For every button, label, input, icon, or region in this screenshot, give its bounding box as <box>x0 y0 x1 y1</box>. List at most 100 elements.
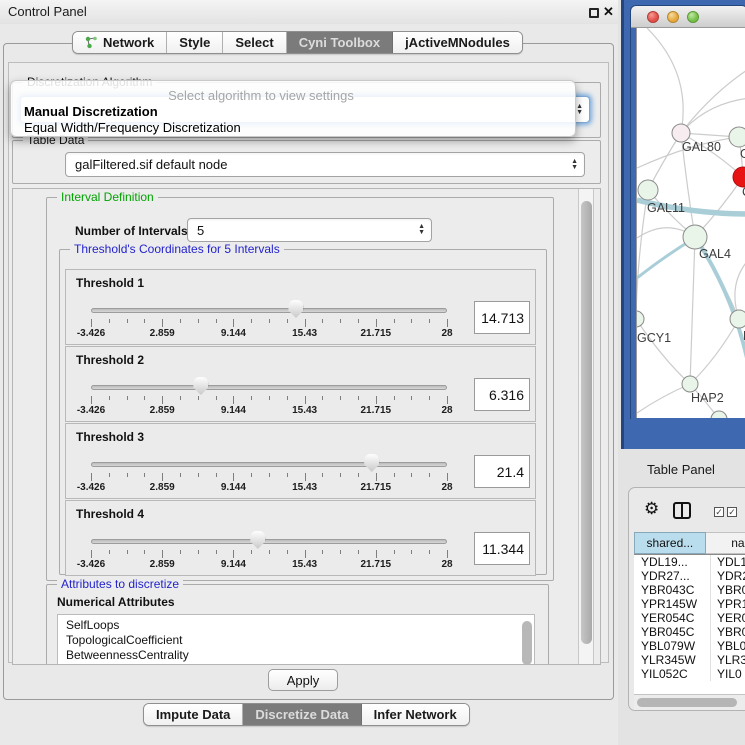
cell-shared-name[interactable]: YBR045C <box>634 625 711 639</box>
cell-name[interactable]: YDL1 <box>711 555 745 569</box>
cell-shared-name[interactable]: YDR27... <box>634 569 711 583</box>
network-node[interactable] <box>729 127 745 147</box>
threshold-slider[interactable]: -3.4262.8599.14415.4321.71528 <box>91 296 447 344</box>
slider-track[interactable] <box>91 539 447 544</box>
checkbox-icon[interactable]: ✓ <box>714 507 724 517</box>
algorithm-option-equal-width[interactable]: Equal Width/Frequency Discretization <box>24 120 241 135</box>
node-table[interactable]: shared... na YDL19...YDL1YDR27...YDR2YBR… <box>634 532 745 694</box>
tab-jactivemnodules[interactable]: jActiveMNodules <box>393 32 522 53</box>
table-row[interactable]: YLR345WYLR3 <box>634 653 745 667</box>
table-row[interactable]: YDR27...YDR2 <box>634 569 745 583</box>
slider-track[interactable] <box>91 462 447 467</box>
scrollbar-thumb[interactable] <box>522 621 532 665</box>
viewport-scrollbar[interactable] <box>578 189 594 664</box>
numerical-attributes-list[interactable]: SelfLoopsTopologicalCoefficientBetweenne… <box>57 614 535 665</box>
table-row[interactable]: YDL19...YDL1 <box>634 555 745 569</box>
threshold-slider[interactable]: -3.4262.8599.14415.4321.71528 <box>91 527 447 575</box>
threshold-slider[interactable]: -3.4262.8599.14415.4321.71528 <box>91 373 447 421</box>
minimize-traffic-light-icon[interactable] <box>667 11 679 23</box>
network-node[interactable] <box>730 310 745 328</box>
tick-mark <box>251 319 252 323</box>
tab-network[interactable]: Network <box>73 32 167 53</box>
zoom-traffic-light-icon[interactable] <box>687 11 699 23</box>
table-row[interactable]: YIL052CYIL0 <box>634 667 745 681</box>
network-edge[interactable] <box>690 319 739 384</box>
table-row[interactable]: YPR145WYPR1 <box>634 597 745 611</box>
tab-impute-data[interactable]: Impute Data <box>144 704 243 725</box>
apply-button[interactable]: Apply <box>268 669 338 691</box>
number-of-intervals-combobox[interactable]: 5 ▲▼ <box>187 218 432 242</box>
network-edge[interactable] <box>647 28 683 133</box>
network-node[interactable] <box>683 225 707 249</box>
attribute-list-item[interactable]: TopologicalCoefficient <box>58 633 534 648</box>
attribute-list-item[interactable]: SelfLoops <box>58 618 534 633</box>
table-row[interactable]: YER054CYER0 <box>634 611 745 625</box>
network-edge-thick[interactable] <box>637 239 693 278</box>
network-node[interactable] <box>682 376 698 392</box>
table-row[interactable]: YBR043CYBR0 <box>634 583 745 597</box>
tab-infer-network[interactable]: Infer Network <box>362 704 469 725</box>
cell-name[interactable]: YER0 <box>711 611 745 625</box>
threshold-value-field[interactable] <box>474 378 530 411</box>
split-columns-icon[interactable] <box>673 502 691 519</box>
cell-shared-name[interactable]: YBR043C <box>634 583 711 597</box>
cell-name[interactable]: YBR0 <box>711 625 745 639</box>
network-view-window[interactable]: GAL80GACGAL11GAL4GCY1HHAP2 <box>630 5 745 419</box>
tick-mark <box>251 550 252 554</box>
tab-discretize-data[interactable]: Discretize Data <box>243 704 361 725</box>
table-data-combobox[interactable]: galFiltered.sif default node ▲▼ <box>65 152 585 177</box>
gear-icon[interactable]: ⚙ <box>644 499 659 519</box>
slider-thumb[interactable] <box>250 531 265 549</box>
cell-name[interactable]: YBL0 <box>711 639 745 653</box>
slider-track[interactable] <box>91 385 447 390</box>
threshold-value-field[interactable] <box>474 532 530 565</box>
slider-track[interactable] <box>91 308 447 313</box>
network-node[interactable] <box>637 311 644 327</box>
table-horizontal-scrollbar[interactable] <box>634 694 745 710</box>
table-row[interactable]: YBL079WYBL0 <box>634 639 745 653</box>
cell-name[interactable]: YBR0 <box>711 583 745 597</box>
network-edge[interactable] <box>637 384 690 413</box>
network-canvas[interactable]: GAL80GACGAL11GAL4GCY1HHAP2 <box>636 28 745 418</box>
cell-name[interactable]: YDR2 <box>711 569 745 583</box>
table-row[interactable]: YBR045CYBR0 <box>634 625 745 639</box>
cell-shared-name[interactable]: YDL19... <box>634 555 711 569</box>
cell-name[interactable]: YPR1 <box>711 597 745 611</box>
network-edge[interactable] <box>637 319 690 384</box>
threshold-slider[interactable]: -3.4262.8599.14415.4321.71528 <box>91 450 447 498</box>
threshold-row: Threshold 2-3.4262.8599.14415.4321.71528 <box>65 346 536 422</box>
cell-shared-name[interactable]: YER054C <box>634 611 711 625</box>
algorithm-option-manual[interactable]: Manual Discretization <box>24 104 158 119</box>
table-rows: YDL19...YDL1YDR27...YDR2YBR043CYBR0YPR14… <box>634 555 745 681</box>
network-window-titlebar[interactable] <box>631 6 745 28</box>
cell-shared-name[interactable]: YPR145W <box>634 597 711 611</box>
slider-thumb[interactable] <box>364 454 379 472</box>
threshold-value-field[interactable] <box>474 301 530 334</box>
attributes-list-scrollbar[interactable] <box>522 617 533 665</box>
checkbox-icon[interactable]: ✓ <box>727 507 737 517</box>
tick-mark <box>447 396 448 404</box>
cell-name[interactable]: YIL0 <box>711 667 745 681</box>
attribute-list-item[interactable]: BetweennessCentrality <box>58 648 534 663</box>
float-window-icon[interactable] <box>589 8 599 18</box>
threshold-value-field[interactable] <box>474 455 530 488</box>
cell-shared-name[interactable]: YIL052C <box>634 667 711 681</box>
network-node[interactable] <box>638 180 658 200</box>
slider-thumb[interactable] <box>288 300 303 318</box>
tab-style[interactable]: Style <box>167 32 223 53</box>
column-header-name[interactable]: na <box>706 532 745 554</box>
tick-label: -3.426 <box>77 405 105 416</box>
scrollbar-thumb[interactable] <box>581 201 592 644</box>
close-icon[interactable]: ✕ <box>603 4 614 20</box>
tab-cyni-toolbox[interactable]: Cyni Toolbox <box>287 32 393 53</box>
tab-select[interactable]: Select <box>223 32 286 53</box>
cell-shared-name[interactable]: YLR345W <box>634 653 711 667</box>
close-traffic-light-icon[interactable] <box>647 11 659 23</box>
cell-name[interactable]: YLR3 <box>711 653 745 667</box>
scrollbar-thumb[interactable] <box>637 698 737 707</box>
tick-label: 15.43 <box>292 405 317 416</box>
column-header-shared[interactable]: shared... <box>634 532 706 554</box>
cell-shared-name[interactable]: YBL079W <box>634 639 711 653</box>
slider-thumb[interactable] <box>193 377 208 395</box>
network-edge[interactable] <box>690 237 695 384</box>
